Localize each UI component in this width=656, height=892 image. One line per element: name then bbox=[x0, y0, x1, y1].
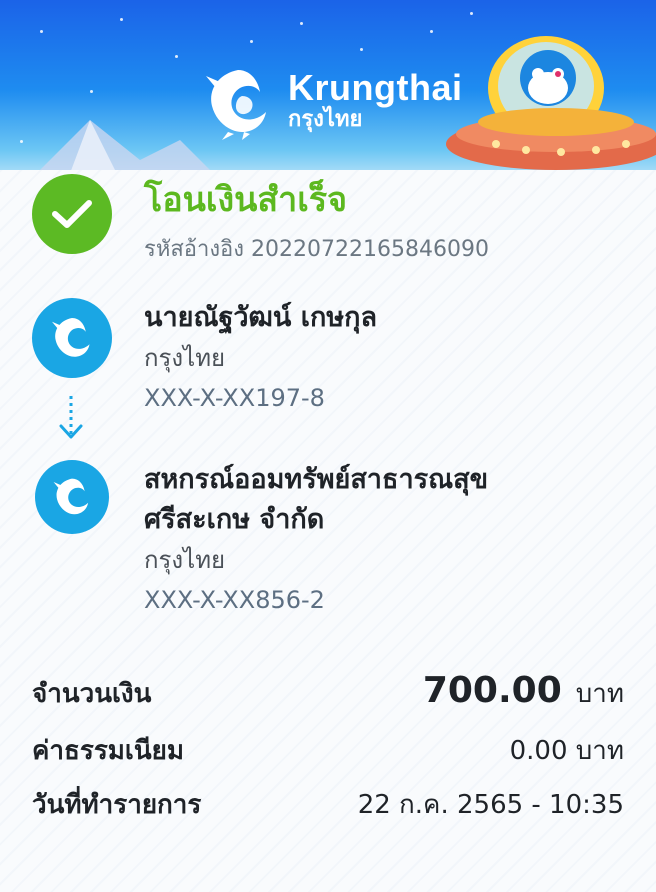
transfer-status: โอนเงินสำเร็จ รหัสอ้างอิง 20220722165846… bbox=[32, 174, 489, 266]
receipt-body: โอนเงินสำเร็จ รหัสอ้างอิง 20220722165846… bbox=[0, 170, 656, 892]
sender-bank: กรุงไทย bbox=[144, 344, 226, 372]
receiver-name-line2: ศรีสะเกษ จำกัด bbox=[144, 504, 325, 535]
fee-value: 0.00 บาท bbox=[509, 736, 624, 766]
ufo-mascot-illustration bbox=[446, 36, 656, 170]
receiver-name-line1: สหกรณ์ออมทรัพย์สาธารณสุข bbox=[144, 464, 489, 495]
sender-bank-icon bbox=[32, 298, 112, 378]
amount-row: จำนวนเงิน 700.00 บาท bbox=[32, 670, 624, 714]
date-label: วันที่ทำรายการ bbox=[32, 790, 202, 820]
amount-unit: บาท bbox=[575, 679, 624, 709]
transfer-arrow-icon bbox=[59, 396, 83, 439]
status-title: โอนเงินสำเร็จ bbox=[144, 180, 348, 220]
receiver-account-number: XXX-X-XX856-2 bbox=[144, 586, 325, 614]
receiver-bank: กรุงไทย bbox=[144, 546, 226, 574]
amount-label: จำนวนเงิน bbox=[32, 679, 152, 709]
krungthai-bird-icon bbox=[206, 70, 266, 140]
date-row: วันที่ทำรายการ 22 ก.ค. 2565 - 10:35 bbox=[32, 784, 624, 825]
date-value: 22 ก.ค. 2565 - 10:35 bbox=[357, 790, 624, 820]
success-check-icon bbox=[32, 174, 112, 254]
fee-label: ค่าธรรมเนียม bbox=[32, 736, 184, 766]
amount-value: 700.00 bbox=[422, 670, 562, 711]
sender-name: นายณัฐวัฒน์ เกษกุล bbox=[144, 302, 378, 333]
receiver-bank-icon bbox=[35, 460, 109, 534]
receiver-account: สหกรณ์ออมทรัพย์สาธารณสุข ศรีสะเกษ จำกัด … bbox=[32, 460, 488, 620]
fee-row: ค่าธรรมเนียม 0.00 บาท bbox=[32, 730, 624, 771]
reference-number: รหัสอ้างอิง 20220722165846090 bbox=[144, 237, 489, 262]
sender-account-number: XXX-X-XX197-8 bbox=[144, 384, 325, 412]
